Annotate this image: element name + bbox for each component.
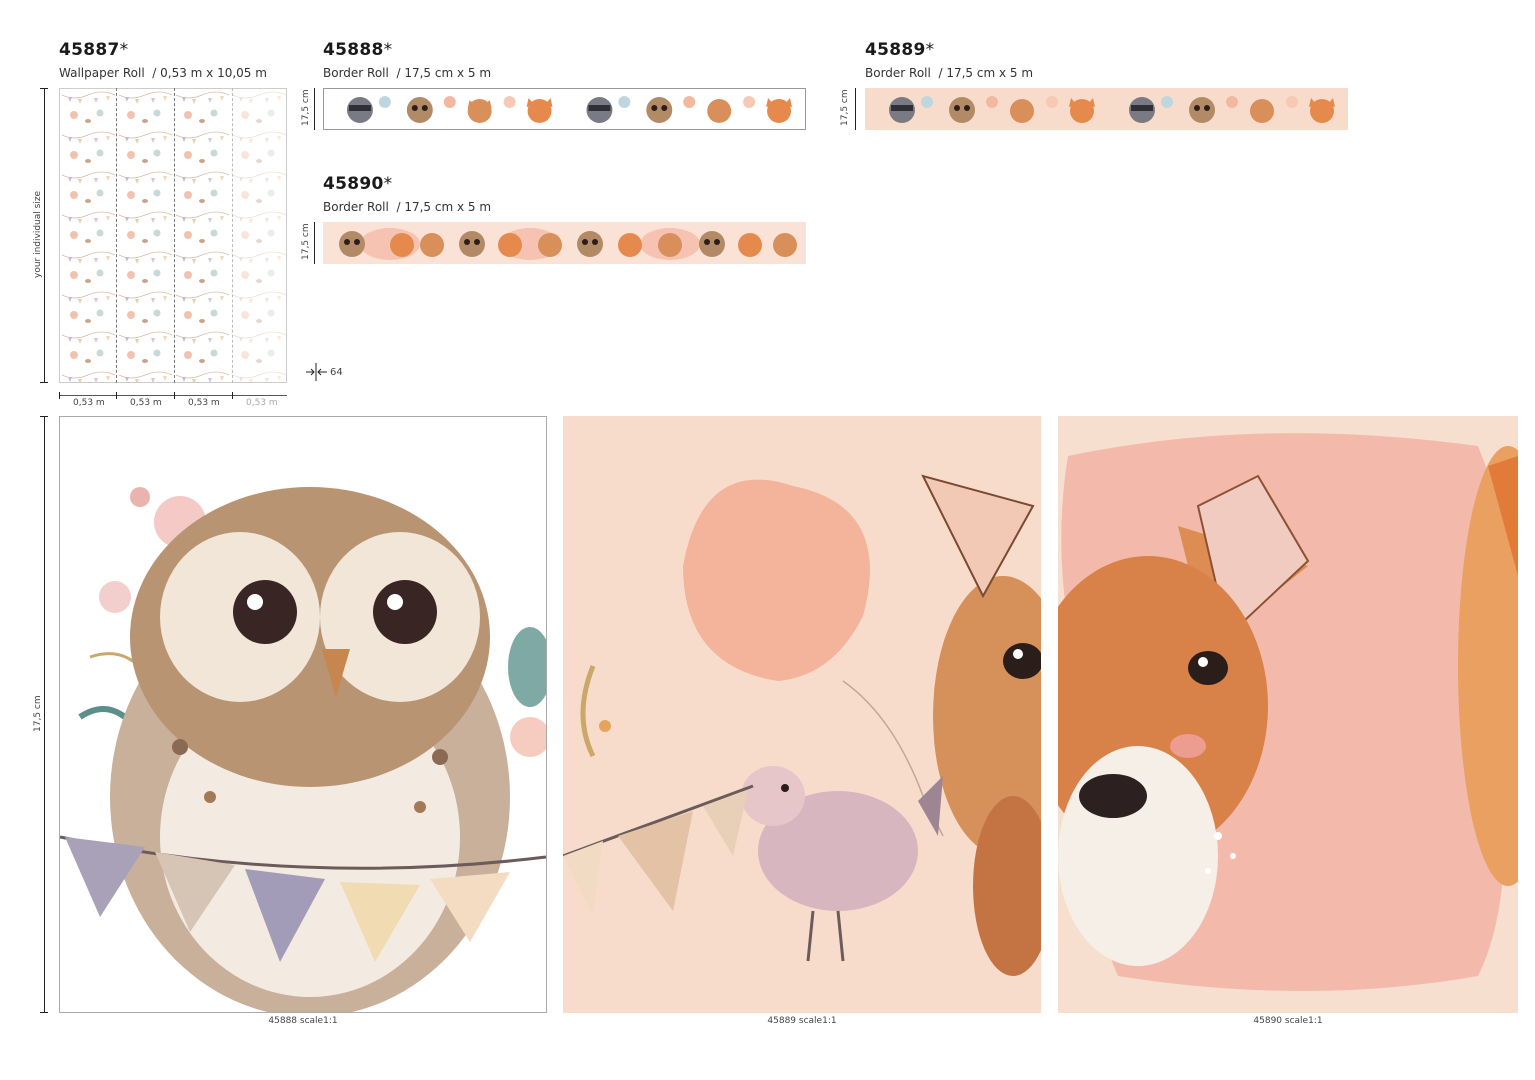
product-code-45889: 45889*	[865, 40, 935, 60]
owl-illustration	[60, 487, 546, 1012]
width-tick-2	[174, 392, 175, 399]
detail-height-label: 17,5 cm	[33, 695, 43, 732]
width-tick-1	[116, 392, 117, 399]
width-label-1: 0,53 m	[73, 398, 105, 408]
deer-illustration	[1058, 433, 1518, 992]
border-45890-height-line	[314, 222, 315, 264]
detail-panel-45889	[563, 416, 1041, 1013]
border-45890-height-label: 17,5 cm	[301, 223, 311, 260]
product-code-45887: 45887*	[59, 40, 129, 60]
individual-size-label: your individual size	[33, 190, 43, 278]
panel-seam-2	[174, 88, 175, 383]
border-45888-height-label: 17,5 cm	[301, 89, 311, 126]
height-dimension-line	[44, 88, 45, 383]
balloon-bird-illustration	[563, 474, 1041, 976]
detail-height-tick-bottom	[40, 1012, 48, 1013]
width-tick-3	[232, 392, 233, 399]
overlap-marker	[305, 362, 329, 382]
border-45888-height-line	[314, 88, 315, 130]
height-dimension-tick-bottom	[40, 382, 48, 383]
product-code-45888: 45888*	[323, 40, 393, 60]
detail-panel-45890	[1058, 416, 1518, 1013]
border-45888-pattern-image	[346, 96, 793, 123]
detail-height-tick-top	[40, 416, 48, 417]
wallpaper-preview	[59, 88, 287, 383]
border-45889-pattern-image	[888, 96, 1335, 123]
detail-panel-45888	[59, 416, 547, 1013]
width-label-2: 0,53 m	[130, 398, 162, 408]
overlap-arrows-icon	[306, 363, 327, 381]
height-dimension-tick-top	[40, 88, 48, 89]
border-45889-height-label: 17,5 cm	[840, 89, 850, 126]
product-desc-45888: Border Roll / 17,5 cm x 5 m	[323, 66, 492, 80]
border-strip-45889	[865, 88, 1348, 130]
border-45890-pattern-image	[338, 228, 797, 260]
border-strip-45890	[323, 222, 806, 264]
product-code-45890: 45890*	[323, 174, 393, 194]
border-45889-height-line	[855, 88, 856, 130]
caption-45888: 45888 scale1:1	[268, 1016, 338, 1026]
caption-45889: 45889 scale1:1	[767, 1016, 837, 1026]
product-desc-45889: Border Roll / 17,5 cm x 5 m	[865, 66, 1034, 80]
border-strip-45888	[323, 88, 806, 130]
panel-seam-3	[232, 88, 233, 383]
width-dimension-line	[59, 395, 287, 396]
panel-seam-1	[116, 88, 117, 383]
width-label-3: 0,53 m	[188, 398, 220, 408]
overlap-label: 64	[330, 367, 343, 378]
width-tick-0	[59, 392, 60, 399]
detail-height-line	[44, 416, 45, 1013]
caption-45890: 45890 scale1:1	[1253, 1016, 1323, 1026]
width-label-4: 0,53 m	[246, 398, 278, 408]
product-desc-45887: Wallpaper Roll / 0,53 m x 10,05 m	[59, 66, 267, 80]
product-desc-45890: Border Roll / 17,5 cm x 5 m	[323, 200, 492, 214]
